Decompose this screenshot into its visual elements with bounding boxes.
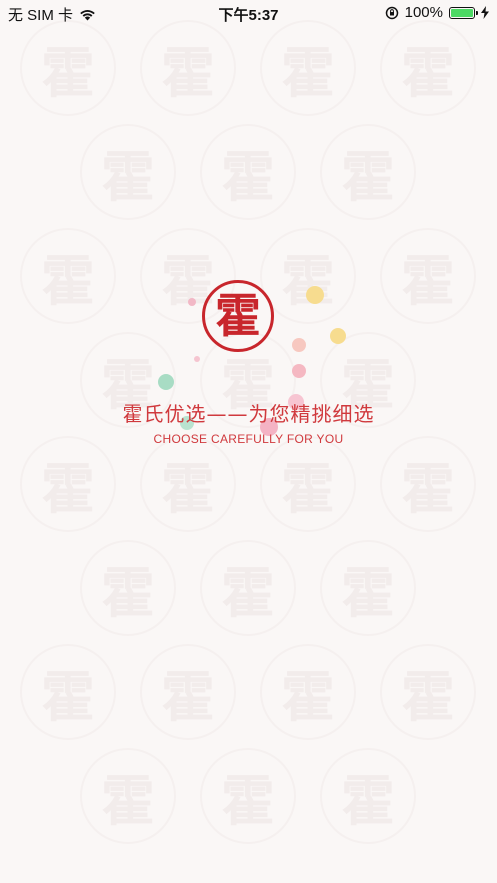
watermark-logo: 霍 (20, 644, 116, 740)
logo-circle: 霍 (202, 280, 274, 352)
watermark-logo: 霍 (20, 20, 116, 116)
battery-percent: 100% (404, 4, 443, 21)
decor-bubble-yellow-2 (330, 328, 346, 344)
watermark-logo: 霍 (200, 748, 296, 844)
sub-tagline: CHOOSE CAREFULLY FOR YOU (153, 432, 344, 446)
decor-bubble-rose (292, 364, 306, 378)
battery-fill (451, 8, 473, 17)
watermark-logo: 霍 (380, 228, 476, 324)
decor-bubble-small-pink (194, 356, 200, 362)
watermark-logo: 霍 (320, 124, 416, 220)
watermark-logo: 霍 (140, 20, 236, 116)
watermark-logo: 霍 (80, 540, 176, 636)
watermark-logo: 霍 (380, 20, 476, 116)
orientation-lock-icon (385, 6, 398, 19)
status-right: 100% (385, 4, 489, 21)
watermark-logo: 霍 (80, 124, 176, 220)
watermark-logo: 霍 (140, 436, 236, 532)
watermark-logo: 霍 (260, 20, 356, 116)
tagline: 霍氏优选——为您精挑细选 (122, 402, 375, 426)
watermark-logo: 霍 (320, 748, 416, 844)
watermark-logo: 霍 (260, 436, 356, 532)
watermark-logo: 霍 (320, 540, 416, 636)
watermark-logo: 霍 (80, 748, 176, 844)
logo-character: 霍 (215, 289, 261, 343)
watermark-logo: 霍 (200, 124, 296, 220)
charging-bolt-icon (481, 6, 489, 19)
watermark-logo: 霍 (140, 644, 236, 740)
status-bar: 无 SIM 卡 下午5:37 100% (0, 0, 497, 26)
decor-bubble-pink (188, 298, 196, 306)
decor-bubble-peach (292, 338, 306, 352)
watermark-logo: 霍 (380, 644, 476, 740)
watermark-logo: 霍 (380, 436, 476, 532)
watermark-logo: 霍 (200, 540, 296, 636)
battery-icon (449, 6, 478, 19)
watermark-logo: 霍 (20, 436, 116, 532)
watermark-logo: 霍 (260, 644, 356, 740)
decor-bubble-yellow (306, 286, 324, 304)
decor-bubble-green (158, 374, 174, 390)
watermark-logo: 霍 (20, 228, 116, 324)
